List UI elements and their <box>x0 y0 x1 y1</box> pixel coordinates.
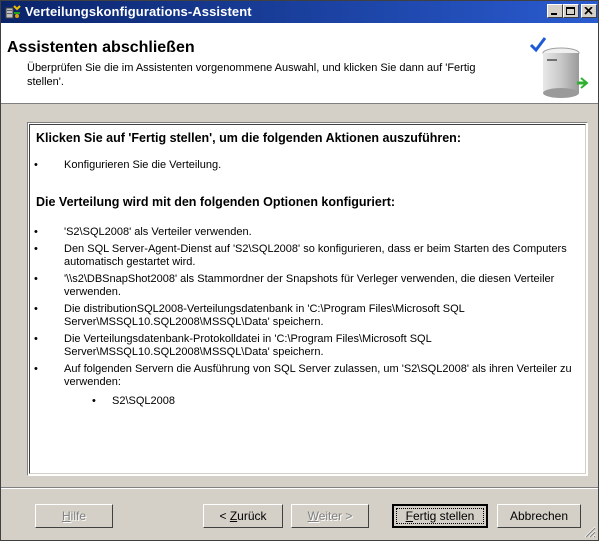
actions-heading: Klicken Sie auf 'Fertig stellen', um die… <box>36 131 461 145</box>
window-title: Verteilungskonfigurations-Assistent <box>25 4 252 19</box>
distribution-wizard-icon <box>5 5 21 19</box>
button-separator <box>1 487 598 489</box>
close-icon <box>584 7 593 15</box>
option-item: 'S2\SQL2008' als Verteiler verwenden. <box>64 226 252 238</box>
cancel-button[interactable]: Abbrechen <box>497 504 581 528</box>
wizard-header: Assistenten abschließen Überprüfen Sie d… <box>1 23 598 104</box>
page-title: Assistenten abschließen <box>7 39 195 56</box>
title-bar[interactable]: Verteilungskonfigurations-Assistent <box>1 1 598 23</box>
option-item: Auf folgenden Servern die Ausführung von… <box>64 363 572 388</box>
summary-panel[interactable]: Klicken Sie auf 'Fertig stellen', um die… <box>27 122 588 476</box>
back-button[interactable]: < Zurück <box>203 504 283 528</box>
wizard-window: Verteilungskonfigurations-Assistent Assi… <box>0 0 599 541</box>
bullet-marker: • <box>34 333 38 345</box>
bullet-marker: • <box>34 303 38 315</box>
server-item: S2\SQL2008 <box>112 395 175 407</box>
minimize-icon <box>551 13 557 15</box>
option-item: Den SQL Server-Agent-Dienst auf 'S2\SQL2… <box>64 243 567 268</box>
option-item: Die Verteilungsdatenbank-Protokolldatei … <box>64 333 432 358</box>
summary-panel-inner: Klicken Sie auf 'Fertig stellen', um die… <box>29 124 586 474</box>
bullet-marker: • <box>34 243 38 255</box>
resize-grip-icon[interactable] <box>584 526 596 538</box>
finish-button[interactable]: Fertig stellen <box>392 504 488 528</box>
minimize-button[interactable] <box>547 4 563 18</box>
maximize-icon <box>566 7 575 15</box>
back-label-pre: < <box>219 509 230 523</box>
next-button[interactable]: Weiter > <box>291 504 369 528</box>
next-label-post: eiter > <box>318 509 353 523</box>
bullet-marker: • <box>34 363 38 375</box>
bullet-marker: • <box>34 226 38 238</box>
maximize-button[interactable] <box>563 4 579 18</box>
sub-bullet-marker: • <box>92 395 96 407</box>
close-button[interactable] <box>581 4 597 18</box>
back-label-post: urück <box>237 509 267 523</box>
help-label-post: ilfe <box>70 509 86 523</box>
help-button[interactable]: Hilfe <box>35 504 113 528</box>
server-checkmark-icon <box>529 37 589 98</box>
options-heading: Die Verteilung wird mit den folgenden Op… <box>36 195 396 209</box>
help-label-key: H <box>61 509 71 523</box>
action-item: Konfigurieren Sie die Verteilung. <box>64 159 222 171</box>
option-item: '\\s2\DBSnapShot2008' als Stammordner de… <box>64 273 555 298</box>
bullet-marker: • <box>34 159 38 171</box>
option-item: Die distributionSQL2008-Verteilungsdaten… <box>64 303 465 328</box>
next-label-key: W <box>307 509 319 523</box>
bullet-marker: • <box>34 273 38 285</box>
page-description: Überprüfen Sie die im Assistenten vorgen… <box>27 62 476 88</box>
focus-rectangle <box>396 508 484 524</box>
